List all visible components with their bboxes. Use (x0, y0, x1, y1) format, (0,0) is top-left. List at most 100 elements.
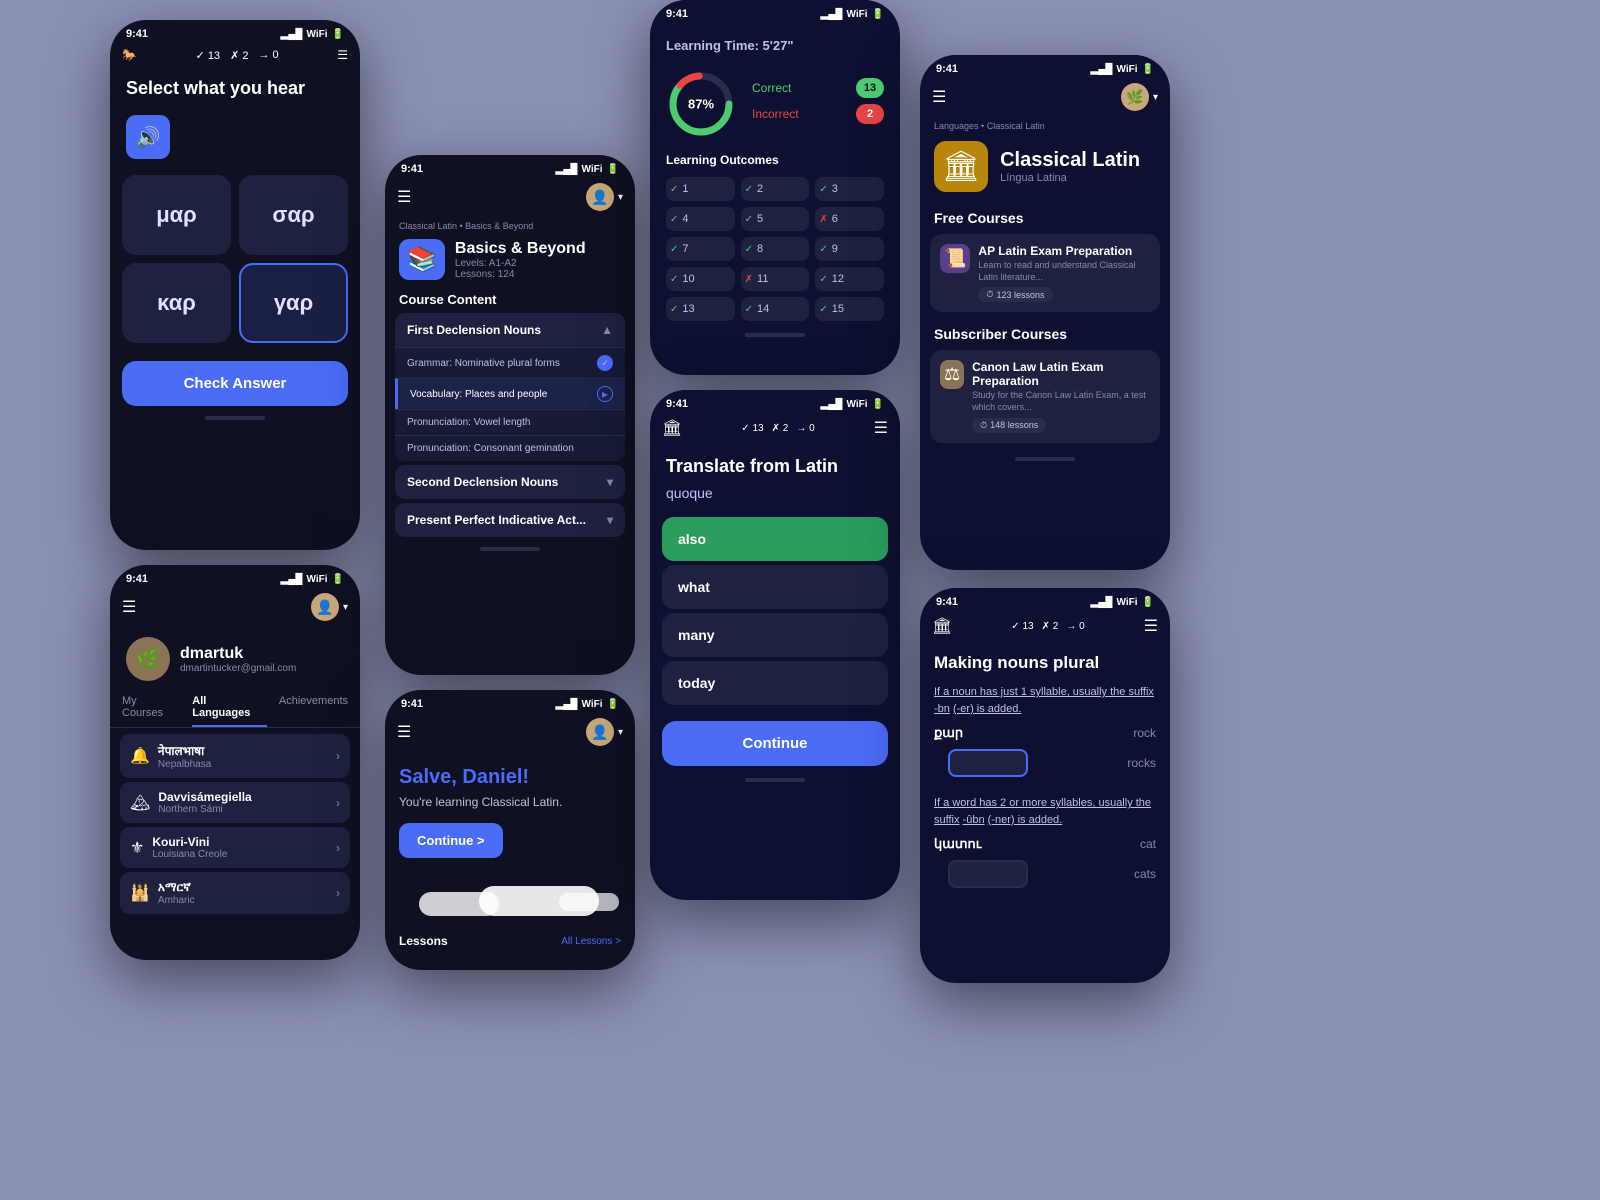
signal-icons-1: ▂▄█ WiFi 🔋 (281, 29, 344, 40)
accordion-item-3[interactable]: Pronunciation: Vowel length (395, 409, 625, 435)
lessons-icon-2: ⏱ (980, 420, 987, 431)
x-icon: ✗ (819, 214, 827, 225)
accordion-header-2[interactable]: Second Declension Nouns ▾ (395, 465, 625, 499)
status-bar-8: 9:41 ▂▄█ WiFi 🔋 (920, 588, 1170, 612)
tab-my-courses[interactable]: My Courses (122, 689, 180, 727)
course-header-3: 📚 Basics & Beyond Levels: A1-A2 Lessons:… (385, 233, 635, 286)
translate-option-3[interactable]: many (662, 613, 888, 657)
skip-6: → 0 (796, 423, 814, 434)
avatar-7[interactable]: 🌿 (1121, 83, 1149, 111)
accordion-item-2-active[interactable]: Vocabulary: Places and people ▶ (395, 378, 625, 409)
course-card-ap[interactable]: 📜 AP Latin Exam Preparation Learn to rea… (930, 234, 1160, 312)
word-armenian-1: քար (934, 725, 963, 741)
answer-option-2[interactable]: σαρ (239, 175, 348, 255)
battery-3: 🔋 (607, 164, 619, 175)
answer-option-1[interactable]: μαρ (122, 175, 231, 255)
hamburger-icon-3[interactable]: ☰ (397, 187, 411, 207)
course-card-canon[interactable]: ⚖ Canon Law Latin Exam Preparation Study… (930, 350, 1160, 442)
translate-option-4[interactable]: today (662, 661, 888, 705)
signal-icons-4: ▂▄█ WiFi 🔋 (556, 699, 619, 710)
username: dmartuk (180, 645, 296, 663)
top-nav-4: ☰ 👤 ▾ (385, 714, 635, 754)
answer-option-3[interactable]: καρ (122, 263, 231, 343)
hamburger-7[interactable]: ☰ (932, 87, 946, 107)
accordion-header-3[interactable]: Present Perfect Indicative Act... ▾ (395, 503, 625, 537)
translate-option-2[interactable]: what (662, 565, 888, 609)
suffix-2: -ûbn (963, 814, 985, 826)
answer-option-4-selected[interactable]: γαρ (239, 263, 348, 343)
phone-classical-latin: 9:41 ▂▄█ WiFi 🔋 ☰ 🌿 ▾ Languages • Classi… (920, 55, 1170, 570)
wifi-4: WiFi (582, 699, 603, 710)
outcome-cell-5: ✓5 (741, 207, 810, 231)
breadcrumb-3: Classical Latin • Basics & Beyond (385, 219, 635, 233)
top-nav-8: 🏛 ✓ 13 ✗ 2 → 0 ☰ (920, 612, 1170, 644)
ap-icon: 📜 (940, 244, 970, 273)
hamburger-icon[interactable]: ☰ (122, 597, 136, 617)
lesson-body-1: If a noun has just 1 syllable, usually t… (920, 680, 1170, 721)
wifi-icon-2: WiFi (307, 574, 328, 585)
creole-name: Kouri-Vini (152, 835, 227, 849)
outcome-cell-4: ✓4 (666, 207, 735, 231)
accordion-title-3: Present Perfect Indicative Act... (407, 513, 586, 527)
correct-8: ✓ 13 (1011, 621, 1033, 632)
signal-icons-3: ▂▄█ WiFi 🔋 (556, 164, 619, 175)
outcome-cell-6: ✗6 (815, 207, 884, 231)
menu-icon[interactable]: ☰ (337, 48, 348, 62)
accordion-title-1: First Declension Nouns (407, 323, 541, 337)
language-item-creole[interactable]: ⚜ Kouri-Vini Louisiana Creole › (120, 827, 350, 868)
accordion-item-1[interactable]: Grammar: Nominative plural forms ✓ (395, 347, 625, 378)
all-lessons-link[interactable]: All Lessons > (561, 936, 621, 947)
correct-badge: 13 (856, 78, 884, 98)
canon-icon: ⚖ (940, 360, 964, 389)
back-icon[interactable]: 🐎 (122, 48, 137, 62)
salve-subtitle: You're learning Classical Latin. (399, 795, 621, 809)
continue-button-6[interactable]: Continue (662, 721, 888, 766)
outcome-cell-13: ✓13 (666, 297, 735, 321)
signal-icons-5: ▂▄█ WiFi 🔋 (821, 9, 884, 20)
ap-title: AP Latin Exam Preparation (978, 244, 1150, 258)
cl-hero: 🏛 Classical Latin Língua Latina (920, 133, 1170, 200)
nav-stats-1: ✓ 13 ✗ 2 → 0 (196, 49, 279, 62)
creole-sub: Louisiana Creole (152, 849, 227, 860)
cl-subtitle: Língua Latina (1000, 172, 1140, 184)
hamburger-icon-4[interactable]: ☰ (397, 722, 411, 742)
cl-icon: 🏛 (934, 141, 988, 192)
word-armenian-2: կատու (934, 836, 981, 852)
menu-8[interactable]: ☰ (1144, 616, 1158, 636)
translate-word: quoque (650, 481, 900, 513)
user-avatar-4[interactable]: 👤 (586, 718, 614, 746)
back-icon-6[interactable]: 🏛 (662, 418, 682, 438)
check-answer-button[interactable]: Check Answer (122, 361, 348, 406)
incorrect-row: Incorrect 2 (752, 104, 884, 124)
user-avatar-3[interactable]: 👤 (586, 183, 614, 211)
language-item-sami[interactable]: 🏔 Davvisámegiella Northern Sámi › (120, 782, 350, 823)
language-item-amharic[interactable]: 🕌 አማርኛ Amharic › (120, 872, 350, 914)
continue-button-4[interactable]: Continue > (399, 823, 503, 858)
sami-sub: Northern Sámi (158, 804, 251, 815)
learning-time-header: Learning Time: 5'27" (650, 24, 900, 61)
wrong-6: ✗ 2 (772, 423, 789, 434)
user-avatar-lg: 🌿 (126, 637, 170, 681)
outcome-cell-1: ✓1 (666, 177, 735, 201)
accordion-item-4[interactable]: Pronunciation: Consonant gemination (395, 435, 625, 461)
chevron-down-icon-3: ▾ (607, 513, 613, 527)
translate-option-1-selected[interactable]: also (662, 517, 888, 561)
user-avatar-sm[interactable]: 👤 (311, 593, 339, 621)
phone-nouns-plural: 9:41 ▂▄█ WiFi 🔋 🏛 ✓ 13 ✗ 2 → 0 ☰ Making … (920, 588, 1170, 983)
outcomes-grid: ✓1✓2✓3✓4✓5✗6✓7✓8✓9✓10✗11✓12✓13✓14✓15 (650, 173, 900, 325)
signal-icons-2: ▂▄█ WiFi 🔋 (281, 574, 344, 585)
signal-3: ▂▄█ (556, 164, 578, 175)
amharic-sub: Amharic (158, 895, 195, 906)
skip-count: → 0 (258, 49, 278, 61)
correct-6: ✓ 13 (741, 423, 763, 434)
top-nav-6: 🏛 ✓ 13 ✗ 2 → 0 ☰ (650, 414, 900, 446)
accordion-header-1[interactable]: First Declension Nouns ▲ (395, 313, 625, 347)
tab-achievements[interactable]: Achievements (279, 689, 348, 727)
outcome-cell-2: ✓2 (741, 177, 810, 201)
menu-icon-6[interactable]: ☰ (874, 418, 888, 438)
audio-button[interactable]: 🔊 (126, 115, 170, 159)
language-item-nepal[interactable]: 🔔 नेपालभाषा Nepalbhasa › (120, 734, 350, 778)
signal-icon: ▂▄█ (281, 29, 303, 40)
back-icon-8[interactable]: 🏛 (932, 616, 952, 636)
tab-all-languages[interactable]: All Languages (192, 689, 267, 727)
